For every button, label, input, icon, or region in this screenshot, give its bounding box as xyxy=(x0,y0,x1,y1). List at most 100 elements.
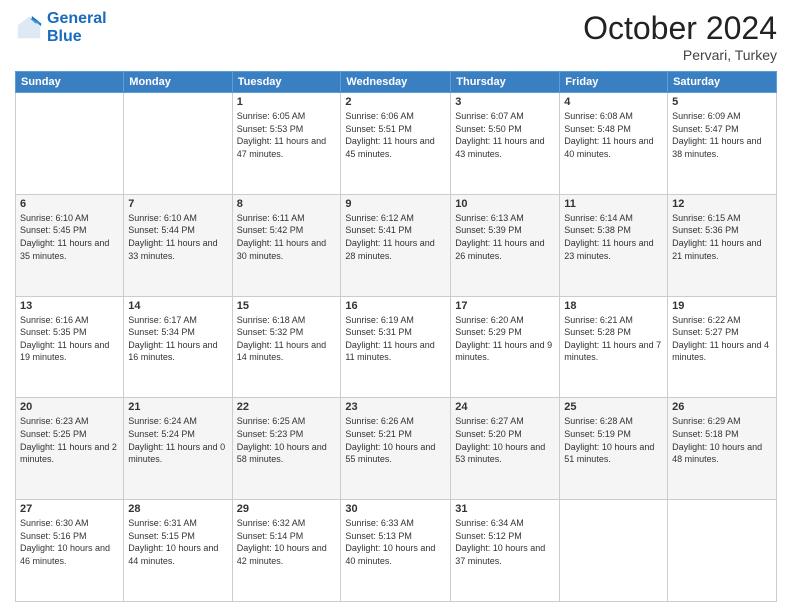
sunrise-text: Sunrise: 6:24 AM xyxy=(128,416,197,426)
sunset-text: Sunset: 5:31 PM xyxy=(345,327,412,337)
day-info: Sunrise: 6:13 AM Sunset: 5:39 PM Dayligh… xyxy=(455,212,555,262)
header-tuesday: Tuesday xyxy=(232,72,341,93)
sunset-text: Sunset: 5:45 PM xyxy=(20,225,87,235)
day-number: 31 xyxy=(455,503,555,515)
sunset-text: Sunset: 5:39 PM xyxy=(455,225,522,235)
calendar-cell: 4 Sunrise: 6:08 AM Sunset: 5:48 PM Dayli… xyxy=(560,93,668,195)
daylight-text: Daylight: 11 hours and 47 minutes. xyxy=(237,136,326,159)
day-info: Sunrise: 6:20 AM Sunset: 5:29 PM Dayligh… xyxy=(455,314,555,364)
daylight-text: Daylight: 10 hours and 46 minutes. xyxy=(20,543,110,566)
calendar-cell: 21 Sunrise: 6:24 AM Sunset: 5:24 PM Dayl… xyxy=(124,398,232,500)
sunrise-text: Sunrise: 6:26 AM xyxy=(345,416,414,426)
calendar-cell: 27 Sunrise: 6:30 AM Sunset: 5:16 PM Dayl… xyxy=(16,500,124,602)
header-monday: Monday xyxy=(124,72,232,93)
calendar-cell: 13 Sunrise: 6:16 AM Sunset: 5:35 PM Dayl… xyxy=(16,296,124,398)
day-number: 1 xyxy=(237,96,337,108)
sunset-text: Sunset: 5:12 PM xyxy=(455,531,522,541)
day-info: Sunrise: 6:10 AM Sunset: 5:44 PM Dayligh… xyxy=(128,212,227,262)
day-info: Sunrise: 6:14 AM Sunset: 5:38 PM Dayligh… xyxy=(564,212,663,262)
daylight-text: Daylight: 11 hours and 21 minutes. xyxy=(672,238,761,261)
logo-text: General Blue xyxy=(47,10,107,45)
header-saturday: Saturday xyxy=(668,72,777,93)
header: General Blue October 2024 Pervari, Turke… xyxy=(15,10,777,63)
day-number: 8 xyxy=(237,198,337,210)
day-info: Sunrise: 6:05 AM Sunset: 5:53 PM Dayligh… xyxy=(237,110,337,160)
sunset-text: Sunset: 5:32 PM xyxy=(237,327,304,337)
daylight-text: Daylight: 10 hours and 55 minutes. xyxy=(345,442,435,465)
day-number: 6 xyxy=(20,198,119,210)
calendar-cell: 31 Sunrise: 6:34 AM Sunset: 5:12 PM Dayl… xyxy=(451,500,560,602)
sunset-text: Sunset: 5:18 PM xyxy=(672,429,739,439)
calendar-week-1: 1 Sunrise: 6:05 AM Sunset: 5:53 PM Dayli… xyxy=(16,93,777,195)
calendar-cell: 11 Sunrise: 6:14 AM Sunset: 5:38 PM Dayl… xyxy=(560,194,668,296)
day-number: 29 xyxy=(237,503,337,515)
day-number: 11 xyxy=(564,198,663,210)
daylight-text: Daylight: 10 hours and 48 minutes. xyxy=(672,442,762,465)
day-number: 17 xyxy=(455,300,555,312)
sunset-text: Sunset: 5:44 PM xyxy=(128,225,195,235)
sunset-text: Sunset: 5:14 PM xyxy=(237,531,304,541)
sunrise-text: Sunrise: 6:20 AM xyxy=(455,315,524,325)
sunrise-text: Sunrise: 6:33 AM xyxy=(345,518,414,528)
page: General Blue October 2024 Pervari, Turke… xyxy=(0,0,792,612)
sunrise-text: Sunrise: 6:12 AM xyxy=(345,213,414,223)
daylight-text: Daylight: 10 hours and 51 minutes. xyxy=(564,442,654,465)
sunrise-text: Sunrise: 6:34 AM xyxy=(455,518,524,528)
calendar-cell: 20 Sunrise: 6:23 AM Sunset: 5:25 PM Dayl… xyxy=(16,398,124,500)
calendar-cell: 23 Sunrise: 6:26 AM Sunset: 5:21 PM Dayl… xyxy=(341,398,451,500)
calendar-cell xyxy=(16,93,124,195)
sunset-text: Sunset: 5:13 PM xyxy=(345,531,412,541)
calendar-week-3: 13 Sunrise: 6:16 AM Sunset: 5:35 PM Dayl… xyxy=(16,296,777,398)
day-number: 23 xyxy=(345,401,446,413)
day-info: Sunrise: 6:18 AM Sunset: 5:32 PM Dayligh… xyxy=(237,314,337,364)
day-number: 16 xyxy=(345,300,446,312)
calendar-cell: 10 Sunrise: 6:13 AM Sunset: 5:39 PM Dayl… xyxy=(451,194,560,296)
day-info: Sunrise: 6:22 AM Sunset: 5:27 PM Dayligh… xyxy=(672,314,772,364)
sunset-text: Sunset: 5:41 PM xyxy=(345,225,412,235)
logo-icon xyxy=(15,14,43,42)
sunset-text: Sunset: 5:36 PM xyxy=(672,225,739,235)
sunrise-text: Sunrise: 6:13 AM xyxy=(455,213,524,223)
daylight-text: Daylight: 10 hours and 58 minutes. xyxy=(237,442,327,465)
daylight-text: Daylight: 11 hours and 40 minutes. xyxy=(564,136,653,159)
daylight-text: Daylight: 11 hours and 11 minutes. xyxy=(345,340,434,363)
calendar-cell: 9 Sunrise: 6:12 AM Sunset: 5:41 PM Dayli… xyxy=(341,194,451,296)
sunrise-text: Sunrise: 6:29 AM xyxy=(672,416,741,426)
calendar-table: Sunday Monday Tuesday Wednesday Thursday… xyxy=(15,71,777,602)
calendar-cell: 15 Sunrise: 6:18 AM Sunset: 5:32 PM Dayl… xyxy=(232,296,341,398)
day-number: 7 xyxy=(128,198,227,210)
calendar-cell: 26 Sunrise: 6:29 AM Sunset: 5:18 PM Dayl… xyxy=(668,398,777,500)
daylight-text: Daylight: 11 hours and 0 minutes. xyxy=(128,442,225,465)
sunset-text: Sunset: 5:27 PM xyxy=(672,327,739,337)
sunset-text: Sunset: 5:19 PM xyxy=(564,429,631,439)
sunrise-text: Sunrise: 6:28 AM xyxy=(564,416,633,426)
sunrise-text: Sunrise: 6:10 AM xyxy=(20,213,89,223)
calendar-cell: 16 Sunrise: 6:19 AM Sunset: 5:31 PM Dayl… xyxy=(341,296,451,398)
daylight-text: Daylight: 10 hours and 44 minutes. xyxy=(128,543,218,566)
day-number: 15 xyxy=(237,300,337,312)
calendar-cell: 1 Sunrise: 6:05 AM Sunset: 5:53 PM Dayli… xyxy=(232,93,341,195)
calendar-cell xyxy=(668,500,777,602)
day-info: Sunrise: 6:30 AM Sunset: 5:16 PM Dayligh… xyxy=(20,517,119,567)
sunrise-text: Sunrise: 6:25 AM xyxy=(237,416,306,426)
day-number: 4 xyxy=(564,96,663,108)
sunrise-text: Sunrise: 6:14 AM xyxy=(564,213,633,223)
day-info: Sunrise: 6:34 AM Sunset: 5:12 PM Dayligh… xyxy=(455,517,555,567)
day-info: Sunrise: 6:28 AM Sunset: 5:19 PM Dayligh… xyxy=(564,415,663,465)
day-info: Sunrise: 6:06 AM Sunset: 5:51 PM Dayligh… xyxy=(345,110,446,160)
calendar-week-5: 27 Sunrise: 6:30 AM Sunset: 5:16 PM Dayl… xyxy=(16,500,777,602)
daylight-text: Daylight: 11 hours and 16 minutes. xyxy=(128,340,217,363)
day-info: Sunrise: 6:11 AM Sunset: 5:42 PM Dayligh… xyxy=(237,212,337,262)
sunrise-text: Sunrise: 6:05 AM xyxy=(237,111,306,121)
sunrise-text: Sunrise: 6:30 AM xyxy=(20,518,89,528)
day-info: Sunrise: 6:32 AM Sunset: 5:14 PM Dayligh… xyxy=(237,517,337,567)
calendar-cell: 29 Sunrise: 6:32 AM Sunset: 5:14 PM Dayl… xyxy=(232,500,341,602)
calendar-cell: 3 Sunrise: 6:07 AM Sunset: 5:50 PM Dayli… xyxy=(451,93,560,195)
day-number: 30 xyxy=(345,503,446,515)
daylight-text: Daylight: 11 hours and 28 minutes. xyxy=(345,238,434,261)
sunset-text: Sunset: 5:23 PM xyxy=(237,429,304,439)
calendar-cell: 18 Sunrise: 6:21 AM Sunset: 5:28 PM Dayl… xyxy=(560,296,668,398)
sunset-text: Sunset: 5:53 PM xyxy=(237,124,304,134)
calendar-body: 1 Sunrise: 6:05 AM Sunset: 5:53 PM Dayli… xyxy=(16,93,777,602)
sunrise-text: Sunrise: 6:08 AM xyxy=(564,111,633,121)
